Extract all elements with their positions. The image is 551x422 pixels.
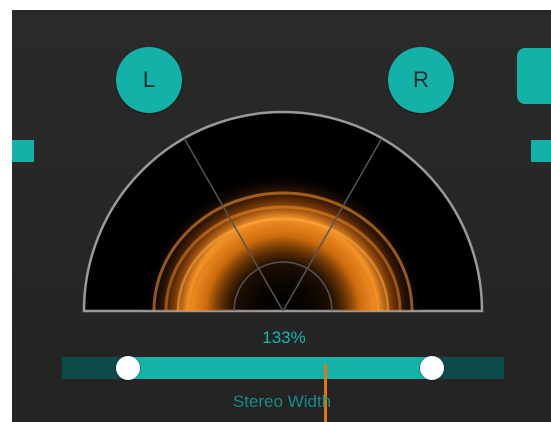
slider-fill (128, 357, 432, 379)
right-side-tab[interactable] (531, 140, 551, 162)
stereo-width-label: Stereo Width (232, 392, 332, 411)
stereo-scope (82, 110, 484, 313)
stereo-width-value: 133% (262, 328, 306, 347)
stereo-width-slider[interactable] (62, 356, 504, 380)
right-channel-label: R (413, 67, 429, 92)
edge-button[interactable] (517, 48, 551, 104)
slider-right-handle[interactable] (419, 356, 444, 380)
right-channel-button[interactable]: R (388, 47, 454, 113)
stereo-width-panel: L R 133% Stereo Width (12, 10, 551, 422)
left-side-tab[interactable] (12, 140, 34, 162)
left-channel-label: L (142, 67, 156, 92)
left-channel-button[interactable]: L (116, 47, 182, 113)
